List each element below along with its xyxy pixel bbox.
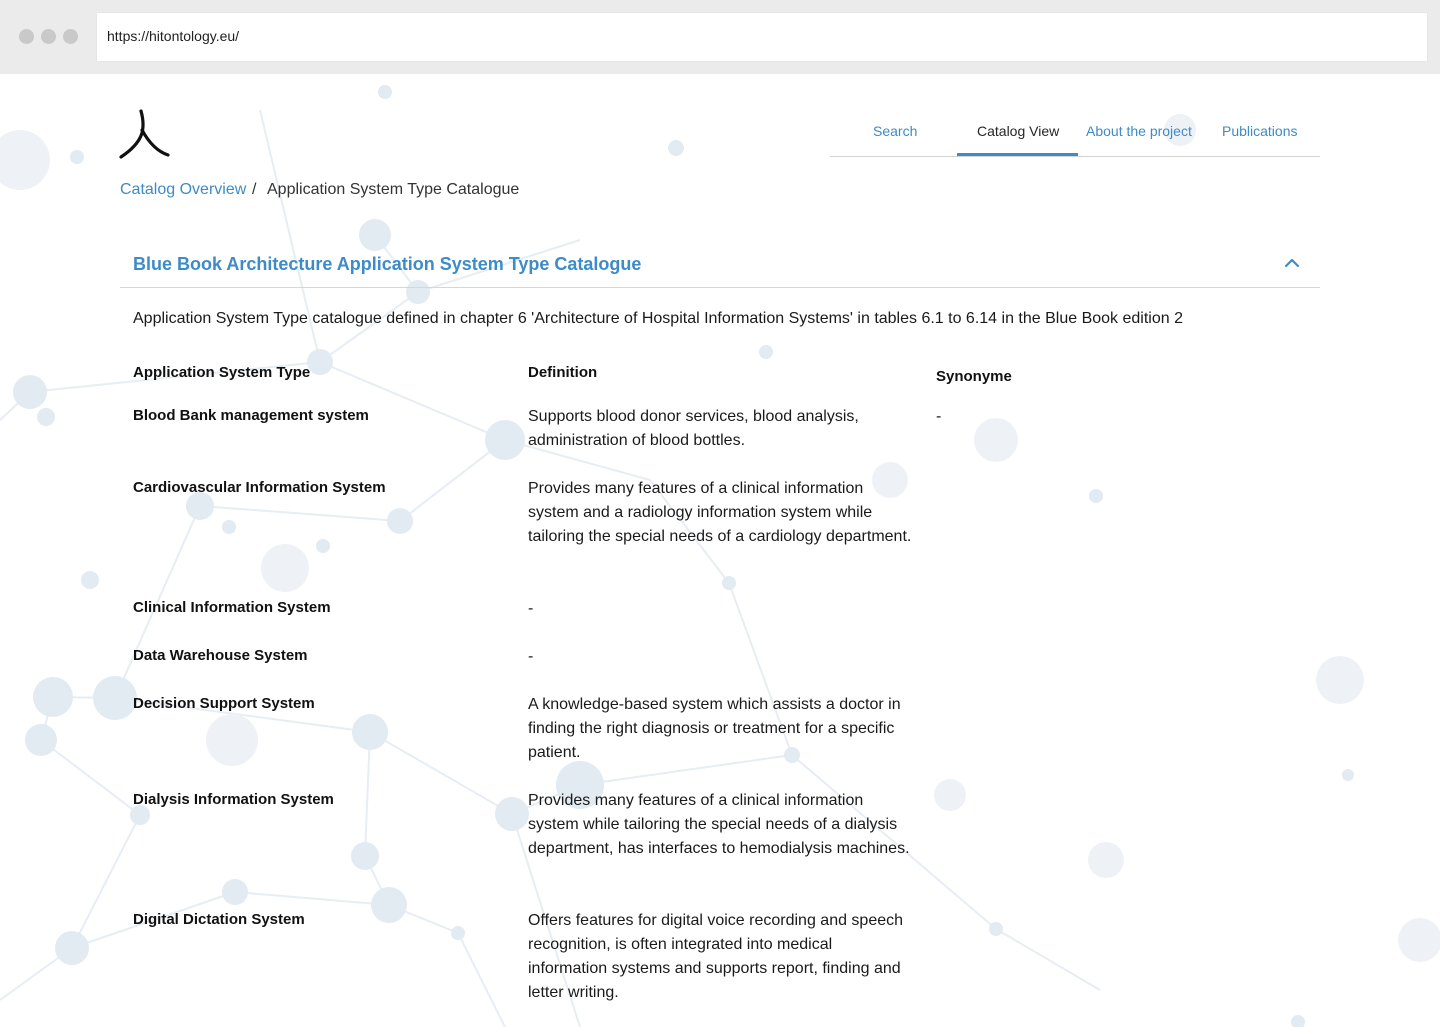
hitontology-logo[interactable]: [118, 108, 170, 160]
system-type-definition: -: [528, 648, 534, 665]
system-type-definition: -: [528, 600, 534, 617]
active-tab-indicator: [957, 153, 1078, 156]
breadcrumb-current: Application System Type Catalogue: [267, 181, 520, 198]
browser-chrome: https://hitontology.eu/: [0, 0, 1440, 74]
system-type-definition: Supports blood donor services, blood ana…: [528, 408, 859, 449]
breadcrumb-catalog-overview[interactable]: Catalog Overview: [120, 181, 246, 199]
system-type-name[interactable]: Dialysis Information System: [133, 791, 334, 808]
main-navigation: Search Catalog View About the project Pu…: [830, 108, 1320, 157]
address-url: https://hitontology.eu/: [107, 28, 240, 44]
system-type-name[interactable]: Decision Support System: [133, 695, 315, 712]
system-type-definition: Provides many features of a clinical inf…: [528, 792, 910, 857]
column-header-synonyme: Synonyme: [936, 368, 1012, 385]
page-content: Search Catalog View About the project Pu…: [0, 74, 1440, 1027]
chevron-up-icon[interactable]: [1284, 256, 1300, 268]
system-type-definition: Offers features for digital voice record…: [528, 912, 904, 1001]
breadcrumb-separator: /: [252, 181, 257, 198]
nav-about-project[interactable]: About the project: [1086, 123, 1192, 139]
address-bar[interactable]: https://hitontology.eu/: [97, 13, 1427, 61]
window-close-dot[interactable]: [19, 29, 34, 44]
nav-publications[interactable]: Publications: [1222, 123, 1298, 139]
system-type-name[interactable]: Digital Dictation System: [133, 911, 305, 928]
system-type-definition: A knowledge-based system which assists a…: [528, 696, 901, 761]
system-type-name[interactable]: Clinical Information System: [133, 599, 331, 616]
system-type-name[interactable]: Data Warehouse System: [133, 647, 308, 664]
catalogue-description: Application System Type catalogue define…: [133, 310, 1183, 327]
system-type-name[interactable]: Blood Bank management system: [133, 407, 369, 424]
nav-search[interactable]: Search: [873, 123, 917, 139]
nav-catalog-view[interactable]: Catalog View: [977, 123, 1059, 139]
system-type-synonym: -: [936, 408, 942, 425]
catalogue-panel-title[interactable]: Blue Book Architecture Application Syste…: [133, 254, 641, 275]
window-maximize-dot[interactable]: [63, 29, 78, 44]
column-header-application-system-type: Application System Type: [133, 364, 311, 381]
window-minimize-dot[interactable]: [41, 29, 56, 44]
column-header-definition: Definition: [528, 364, 598, 381]
system-type-name[interactable]: Cardiovascular Information System: [133, 479, 386, 496]
system-type-definition: Provides many features of a clinical inf…: [528, 480, 912, 545]
panel-divider: [120, 287, 1320, 288]
